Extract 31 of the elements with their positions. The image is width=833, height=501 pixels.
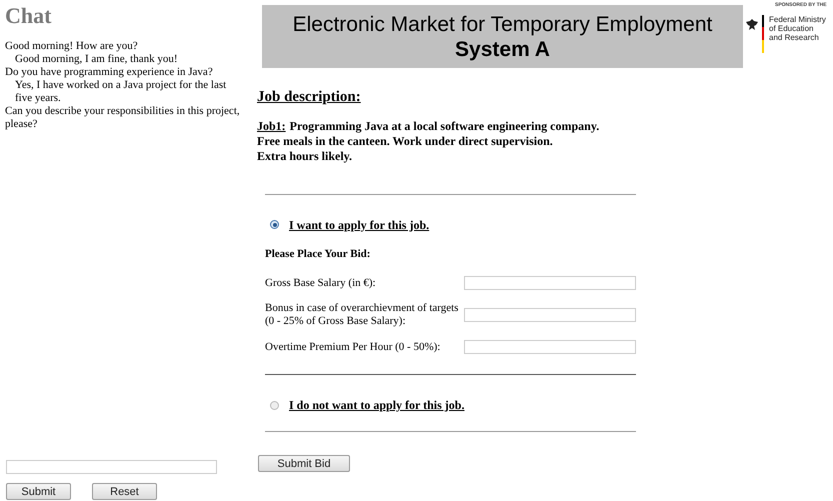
radio-button[interactable] (270, 400, 279, 410)
chat-button[interactable]: Submit (6, 483, 71, 500)
field-label: Bonus in case of overarchievment of targets (0 - 25% of Gross Base Salary): (265, 302, 458, 328)
chat-message: Good morning, I am fine, thank you! (14, 53, 179, 66)
chat-message: Can you describe your responsibilities in this project, please? (5, 105, 241, 131)
ministry-name: and Research (769, 32, 820, 42)
chat-button[interactable]: Reset (92, 483, 157, 500)
option-label[interactable]: I do not want to apply for this job. (289, 396, 464, 414)
ministry-name: of Education (769, 24, 814, 32)
field-label: Gross Base Salary (in €): (265, 276, 376, 290)
chat-input[interactable] (6, 460, 217, 474)
bid-input[interactable] (464, 340, 636, 354)
radio-button[interactable] (270, 220, 279, 229)
ministry-name: Federal Ministry (769, 14, 826, 24)
bid-heading: Please Place Your Bid: (265, 246, 372, 262)
bid-input[interactable] (464, 276, 636, 290)
option-label[interactable]: I want to apply for this job. (289, 216, 430, 234)
chat-message: Do you have programming experience in Java? (5, 66, 214, 79)
field-label: Overtime Premium Per Hour (0 - 50%): (265, 340, 440, 354)
chat-message: Yes, I have worked on a Java project for the last five years. (14, 79, 228, 105)
chat-message: Good morning! How are you? (5, 40, 139, 53)
header-title: Electronic Market for Temporary Employment (292, 12, 712, 36)
job-description-line: Programming Java at a local software engineering company. (290, 118, 600, 134)
job-description-line: Extra hours likely. (257, 148, 352, 164)
bid-input[interactable] (464, 308, 636, 322)
job-heading: Job description: (257, 88, 362, 107)
submit-bid-button[interactable]: Submit Bid (258, 455, 350, 472)
chat-title: Chat (5, 2, 52, 30)
header-subtitle: System A (455, 36, 550, 62)
job-label: Job1: (257, 118, 286, 134)
job-description-line: Free meals in the canteen. Work under direct supervision. (257, 134, 553, 148)
